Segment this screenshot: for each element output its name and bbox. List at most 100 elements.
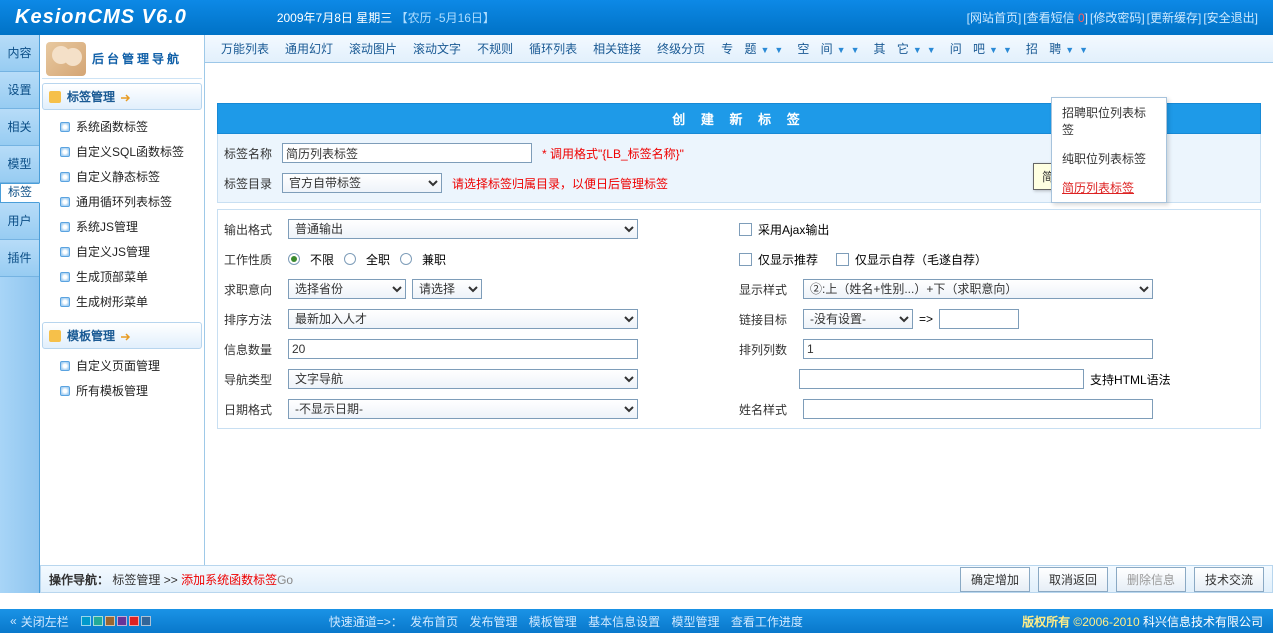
link-password[interactable]: [修改密码] (1090, 9, 1145, 26)
sidebar-title-text: 后台管理导航 (92, 50, 182, 67)
ltab-settings[interactable]: 设置 (0, 72, 39, 109)
select-date-format[interactable]: -不显示日期- (288, 399, 638, 419)
sidebar-item[interactable]: 自定义静态标签 (42, 164, 202, 189)
swatch-brown[interactable] (105, 616, 115, 626)
quick-publish-home[interactable]: 发布首页 (410, 615, 458, 629)
tab-slideshow[interactable]: 通用幻灯 (277, 35, 341, 62)
hand-icon (49, 91, 61, 103)
select-sort[interactable]: 最新加入人才 (288, 309, 638, 329)
tab-recruit[interactable]: 招 聘▼▼ (1018, 35, 1094, 62)
ltab-user[interactable]: 用户 (0, 203, 39, 240)
tab-ask[interactable]: 问 吧▼▼ (942, 35, 1018, 62)
tab-space[interactable]: 空 间▼▼ (789, 35, 865, 62)
side-list-template: 自定义页面管理所有模板管理 (42, 349, 202, 407)
bullet-icon (60, 197, 70, 207)
tab-irregular[interactable]: 不规则 (469, 35, 521, 62)
tab-topic[interactable]: 专 题▼▼ (713, 35, 789, 62)
sidebar-item[interactable]: 自定义页面管理 (42, 353, 202, 378)
quick-publish-manage[interactable]: 发布管理 (469, 615, 517, 629)
quick-model-manage[interactable]: 模型管理 (672, 615, 720, 629)
ltab-label[interactable]: 标签 (0, 183, 40, 203)
ltab-content[interactable]: 内容 (0, 35, 39, 72)
tab-other[interactable]: 其 它▼▼ (866, 35, 942, 62)
tab-loop-list[interactable]: 循环列表 (521, 35, 585, 62)
btn-delete-info[interactable]: 删除信息 (1116, 567, 1186, 592)
sidebar-item-label: 通用循环列表标签 (76, 193, 172, 210)
radio-unlimited[interactable] (288, 253, 300, 265)
checkbox-ajax[interactable] (739, 223, 752, 236)
radio-parttime[interactable] (400, 253, 412, 265)
select-city[interactable]: 请选择 (412, 279, 482, 299)
crumb-label-manage[interactable]: 标签管理 (112, 573, 160, 587)
sidebar-item[interactable]: 系统JS管理 (42, 214, 202, 239)
hand-icon (49, 330, 61, 342)
sidebar-item[interactable]: 系统函数标签 (42, 114, 202, 139)
sidebar-item[interactable]: 生成顶部菜单 (42, 264, 202, 289)
select-output-format[interactable]: 普通输出 (288, 219, 638, 239)
link-cache[interactable]: [更新缓存] (1147, 9, 1202, 26)
input-html[interactable] (799, 369, 1084, 389)
side-group-title: 模板管理 (67, 327, 115, 344)
input-name-style[interactable] (803, 399, 1153, 419)
quick-basic-settings[interactable]: 基本信息设置 (588, 615, 660, 629)
swatch-blue[interactable] (81, 616, 91, 626)
lbl-output-format: 输出格式 (224, 221, 278, 238)
lbl-name-style: 姓名样式 (739, 401, 793, 418)
dropdown-item-resume-list[interactable]: 简历列表标签 (1052, 173, 1166, 202)
lbl-info-count: 信息数量 (224, 341, 278, 358)
lbl-columns: 排列列数 (739, 341, 793, 358)
select-display-style[interactable]: ②:上（姓名+性别...）+下（求职意向） (803, 279, 1153, 299)
input-tag-name[interactable] (282, 143, 532, 163)
dropdown-item-job-list[interactable]: 招聘职位列表标签 (1052, 98, 1166, 144)
lbl-sort: 排序方法 (224, 311, 278, 328)
swatch-purple[interactable] (117, 616, 127, 626)
dropdown-recruit: 招聘职位列表标签 纯职位列表标签 简历列表标签 (1051, 97, 1167, 203)
dropdown-item-pure-job[interactable]: 纯职位列表标签 (1052, 144, 1166, 173)
sidebar-item[interactable]: 所有模板管理 (42, 378, 202, 403)
radio-fulltime[interactable] (344, 253, 356, 265)
select-tag-dir[interactable]: 官方自带标签 (282, 173, 442, 193)
crumb-add-sys-label[interactable]: 添加系统函数标签 (181, 573, 277, 587)
swatch-green[interactable] (93, 616, 103, 626)
link-exit[interactable]: [安全退出] (1203, 9, 1258, 26)
ltab-plugin[interactable]: 插件 (0, 240, 39, 277)
side-list-label: 系统函数标签自定义SQL函数标签自定义静态标签通用循环列表标签系统JS管理自定义… (42, 110, 202, 318)
swatch-red[interactable] (129, 616, 139, 626)
side-group-template-manage[interactable]: 模板管理 (42, 322, 202, 349)
sidebar-item-label: 自定义SQL函数标签 (76, 143, 184, 160)
tab-universal-list[interactable]: 万能列表 (213, 35, 277, 62)
sidebar-item[interactable]: 通用循环列表标签 (42, 189, 202, 214)
input-info-count[interactable] (288, 339, 638, 359)
quick-job-progress[interactable]: 查看工作进度 (731, 615, 803, 629)
sidebar-item[interactable]: 自定义JS管理 (42, 239, 202, 264)
btn-cancel-return[interactable]: 取消返回 (1038, 567, 1108, 592)
tab-final-page[interactable]: 终级分页 (649, 35, 713, 62)
select-link-target[interactable]: -没有设置- (803, 309, 913, 329)
tab-scroll-text[interactable]: 滚动文字 (405, 35, 469, 62)
close-left-panel[interactable]: 关闭左栏 (21, 613, 69, 630)
collapse-icon[interactable]: « (10, 614, 15, 628)
ltab-model[interactable]: 模型 (0, 146, 39, 183)
btn-tech-exchange[interactable]: 技术交流 (1194, 567, 1264, 592)
link-home[interactable]: [网站首页] (967, 9, 1022, 26)
input-columns[interactable] (803, 339, 1153, 359)
sidebar-item-label: 生成树形菜单 (76, 293, 148, 310)
lbl-date-format: 日期格式 (224, 401, 278, 418)
select-province[interactable]: 选择省份 (288, 279, 406, 299)
hint-tag-name: * 调用格式"{LB_标签名称}" (542, 145, 684, 162)
swatch-navy[interactable] (141, 616, 151, 626)
link-sms[interactable]: [查看短信 0] (1023, 9, 1088, 26)
checkbox-recommend[interactable] (739, 253, 752, 266)
bullet-icon (60, 222, 70, 232)
tab-related-links[interactable]: 相关链接 (585, 35, 649, 62)
sidebar-item[interactable]: 生成树形菜单 (42, 289, 202, 314)
sidebar-item[interactable]: 自定义SQL函数标签 (42, 139, 202, 164)
checkbox-self-rec[interactable] (836, 253, 849, 266)
input-link-extra[interactable] (939, 309, 1019, 329)
tab-scroll-image[interactable]: 滚动图片 (341, 35, 405, 62)
quick-template-manage[interactable]: 模板管理 (529, 615, 577, 629)
side-group-label-manage[interactable]: 标签管理 (42, 83, 202, 110)
ltab-related[interactable]: 相关 (0, 109, 39, 146)
select-nav-type[interactable]: 文字导航 (288, 369, 638, 389)
btn-confirm-add[interactable]: 确定增加 (960, 567, 1030, 592)
